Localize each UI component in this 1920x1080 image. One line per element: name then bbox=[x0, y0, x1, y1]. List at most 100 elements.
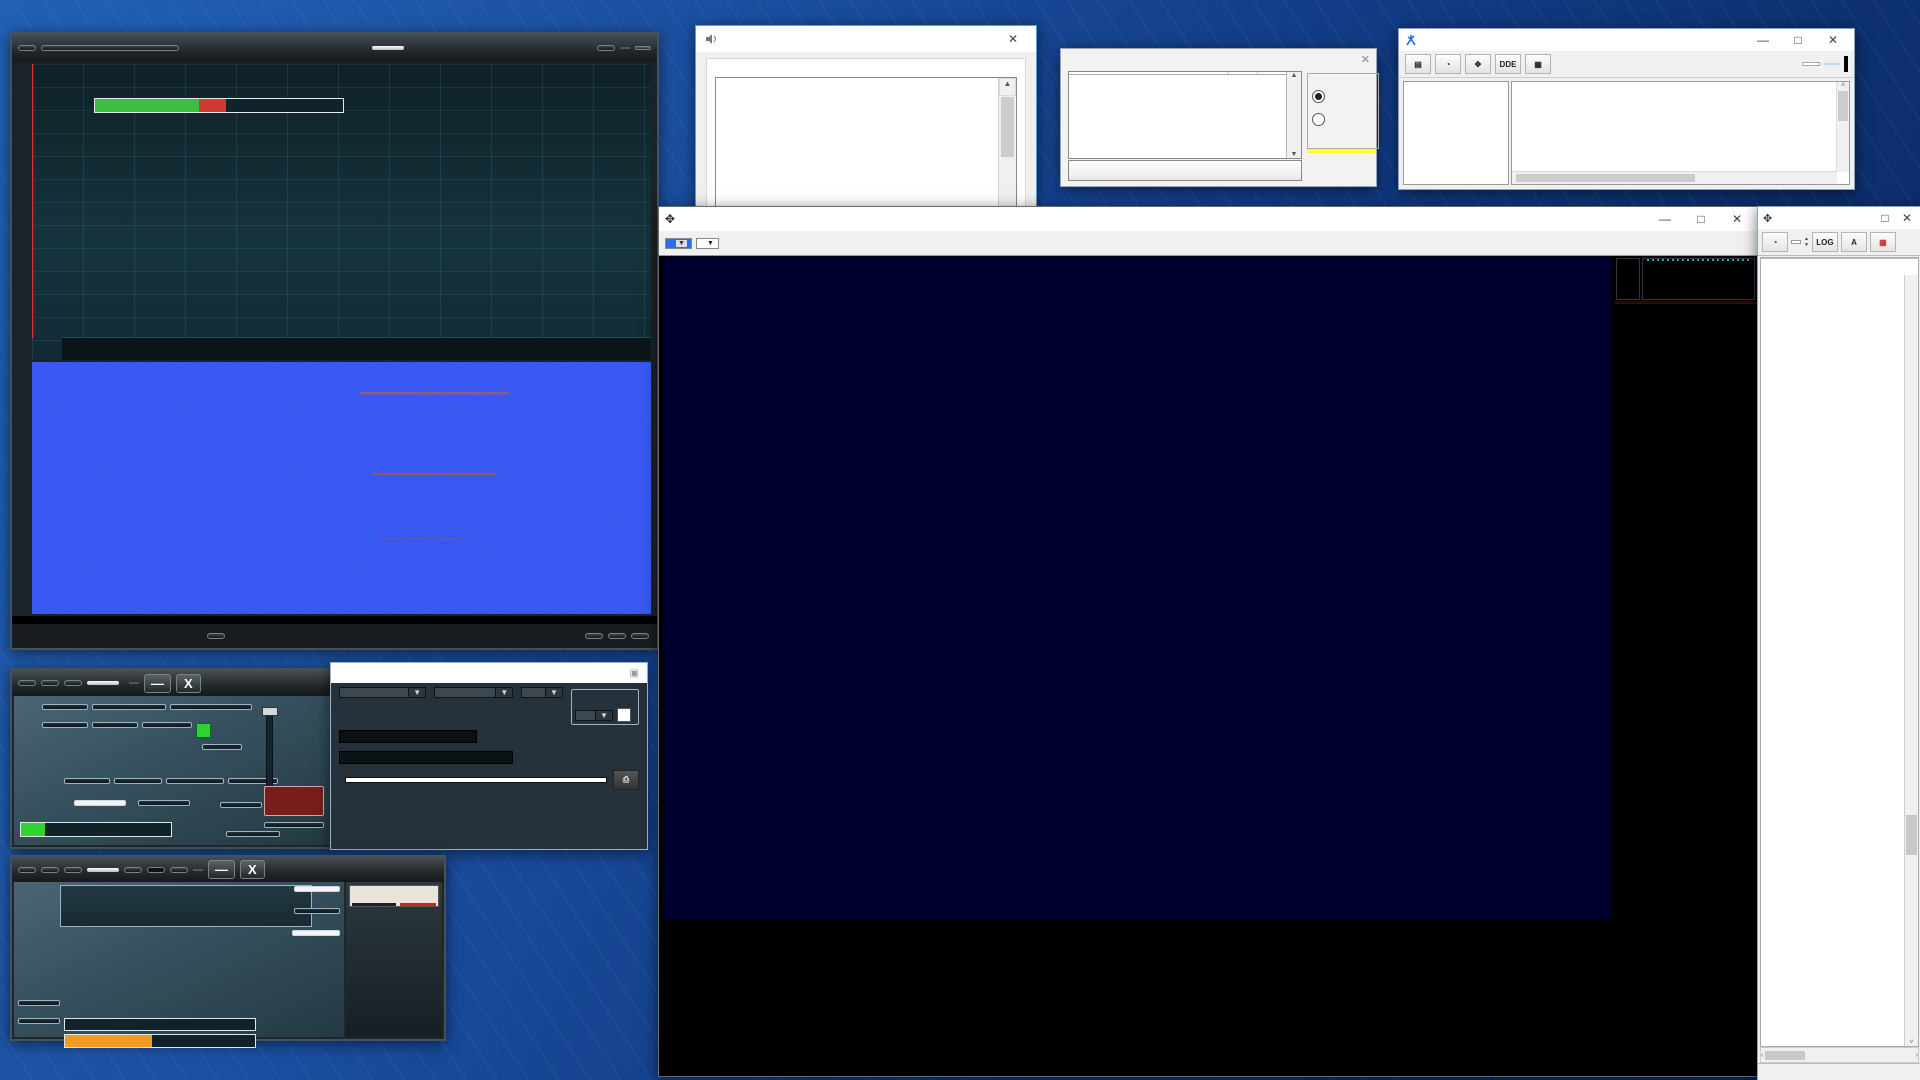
rf-gain-knob[interactable] bbox=[262, 707, 278, 716]
hiz-button[interactable] bbox=[64, 778, 110, 784]
mem-pan-button[interactable] bbox=[264, 822, 324, 828]
iqout-button[interactable] bbox=[294, 908, 340, 914]
rx-titlebar[interactable]: — X bbox=[12, 857, 444, 882]
minimize-icon[interactable]: — bbox=[144, 674, 171, 693]
maximize-icon[interactable]: □ bbox=[1783, 33, 1813, 47]
radar-map[interactable] bbox=[663, 257, 1611, 919]
kghfdl-titlebar[interactable]: ✥ — □ ✕ bbox=[659, 207, 1758, 231]
scroll-up-icon[interactable]: ▲ bbox=[999, 78, 1016, 96]
maximize-icon[interactable]: □ bbox=[1686, 212, 1716, 226]
info-button[interactable] bbox=[608, 633, 626, 639]
spectrum-display[interactable] bbox=[32, 64, 651, 360]
font-icon[interactable]: A bbox=[1841, 232, 1867, 252]
tune-cursor[interactable] bbox=[32, 64, 33, 338]
dde-button[interactable] bbox=[1802, 62, 1820, 66]
scanner-button[interactable] bbox=[92, 704, 166, 710]
mctr-button[interactable] bbox=[147, 867, 165, 873]
volume-slider[interactable] bbox=[64, 1034, 256, 1048]
wave-titlebar[interactable]: ✕ bbox=[1061, 49, 1376, 69]
scrollbar[interactable]: ˄ bbox=[1836, 82, 1849, 172]
sp1-button[interactable] bbox=[42, 722, 88, 728]
decimation-value[interactable] bbox=[202, 744, 242, 750]
tctr-button[interactable] bbox=[170, 867, 188, 873]
spinner-arrows[interactable]: ▲▼ bbox=[1804, 236, 1809, 248]
h-scrollbar[interactable] bbox=[1512, 171, 1837, 184]
scroll-thumb[interactable] bbox=[1001, 97, 1014, 157]
zoom-select[interactable]: ▼ bbox=[665, 238, 692, 249]
lif-button[interactable] bbox=[220, 802, 262, 808]
notches-button[interactable] bbox=[166, 778, 224, 784]
plugins-button[interactable] bbox=[64, 680, 82, 686]
flight-table-header[interactable] bbox=[1615, 301, 1756, 304]
radio-24khz[interactable] bbox=[1312, 113, 1325, 126]
close-icon[interactable]: ✕ bbox=[1722, 212, 1752, 226]
sound-titlebar[interactable]: ✕ bbox=[696, 26, 1036, 52]
combo-slider[interactable] bbox=[339, 751, 513, 764]
csv-browse-button[interactable]: ⎙ bbox=[613, 770, 639, 790]
close-icon[interactable]: ✕ bbox=[1818, 33, 1848, 47]
squelch-slider[interactable] bbox=[64, 1018, 256, 1031]
close-icon[interactable]: ✕ bbox=[1898, 211, 1916, 225]
close-icon[interactable] bbox=[635, 46, 651, 50]
close-icon[interactable]: ✕ bbox=[1361, 53, 1370, 66]
tmi-select[interactable]: ▼ bbox=[575, 710, 613, 721]
colors-icon[interactable]: ▦ bbox=[1870, 232, 1896, 252]
sp-settings-button[interactable] bbox=[18, 45, 36, 51]
save-ws-button[interactable] bbox=[226, 831, 280, 837]
filter-select[interactable]: ▼ bbox=[696, 238, 719, 249]
fft-avg-select[interactable]: ▼ bbox=[521, 687, 563, 698]
antb-button[interactable] bbox=[74, 800, 126, 806]
h-scrollbar[interactable]: ‹› bbox=[1760, 1047, 1919, 1063]
digital-button[interactable] bbox=[292, 930, 340, 936]
minimize-icon[interactable]: — bbox=[208, 860, 235, 879]
wf-palette-select[interactable]: ▼ bbox=[434, 687, 513, 698]
vfo-button[interactable] bbox=[207, 633, 225, 639]
rdsw-button[interactable] bbox=[41, 867, 59, 873]
sp-titlebar[interactable] bbox=[12, 34, 657, 62]
close-icon[interactable]: X bbox=[176, 674, 201, 693]
flight-table[interactable] bbox=[1615, 315, 1756, 1060]
timer-icon[interactable]: ◔ bbox=[1762, 232, 1788, 252]
close-icon[interactable]: ✕ bbox=[998, 32, 1028, 46]
fft-window-select[interactable]: ▼ bbox=[339, 687, 426, 698]
sqlc-thr-button[interactable] bbox=[585, 633, 603, 639]
mss-titlebar[interactable]: ▣ bbox=[331, 663, 647, 683]
opt-button[interactable] bbox=[42, 704, 88, 710]
minimize-icon[interactable]: — bbox=[1650, 212, 1680, 226]
pin-icon[interactable]: ✥ bbox=[1465, 54, 1491, 74]
mute-button[interactable] bbox=[18, 1000, 60, 1006]
rx-button[interactable] bbox=[142, 722, 192, 728]
altitude-profile[interactable] bbox=[663, 923, 1611, 1069]
main-settings-button[interactable] bbox=[18, 680, 36, 686]
enable-checkbox[interactable] bbox=[617, 708, 631, 722]
resize-corner-icon[interactable] bbox=[631, 633, 649, 639]
biast-button[interactable] bbox=[138, 800, 190, 806]
clock-icon[interactable]: ◔ bbox=[1435, 54, 1461, 74]
dde-icon[interactable]: DDE bbox=[1495, 54, 1521, 74]
ma-button[interactable] bbox=[41, 680, 59, 686]
sqlc-button[interactable] bbox=[18, 1018, 60, 1024]
radio-12khz[interactable] bbox=[1312, 90, 1325, 103]
peak-button[interactable] bbox=[294, 886, 340, 892]
message-pane[interactable]: ˄ bbox=[1511, 81, 1850, 185]
log-icon[interactable]: ▤ bbox=[1405, 54, 1431, 74]
sp2-button[interactable] bbox=[92, 722, 138, 728]
pwr-snr-csv-button[interactable] bbox=[41, 45, 179, 51]
exw-button[interactable] bbox=[64, 867, 82, 873]
sound-setting-button[interactable] bbox=[1068, 160, 1302, 181]
main-titlebar[interactable]: — X bbox=[12, 670, 332, 696]
refresh-slider[interactable] bbox=[339, 730, 477, 743]
rsyn1-button[interactable] bbox=[124, 867, 142, 873]
rec-panel-button[interactable] bbox=[170, 704, 252, 710]
close-icon[interactable]: ▣ bbox=[630, 668, 639, 679]
mute-icon[interactable] bbox=[721, 234, 745, 252]
close-icon[interactable]: X bbox=[240, 860, 265, 879]
scrollbar[interactable]: ˅ bbox=[1904, 275, 1918, 1046]
log-icon[interactable]: LOG bbox=[1812, 232, 1838, 252]
maximize-icon[interactable]: □ bbox=[1876, 211, 1894, 225]
anta-button[interactable] bbox=[114, 778, 162, 784]
contacts-table[interactable]: ˅ bbox=[1760, 257, 1919, 1047]
waterfall-display[interactable] bbox=[32, 362, 651, 614]
csv-filename-input[interactable] bbox=[345, 777, 607, 783]
rx-settings-button[interactable] bbox=[18, 867, 36, 873]
